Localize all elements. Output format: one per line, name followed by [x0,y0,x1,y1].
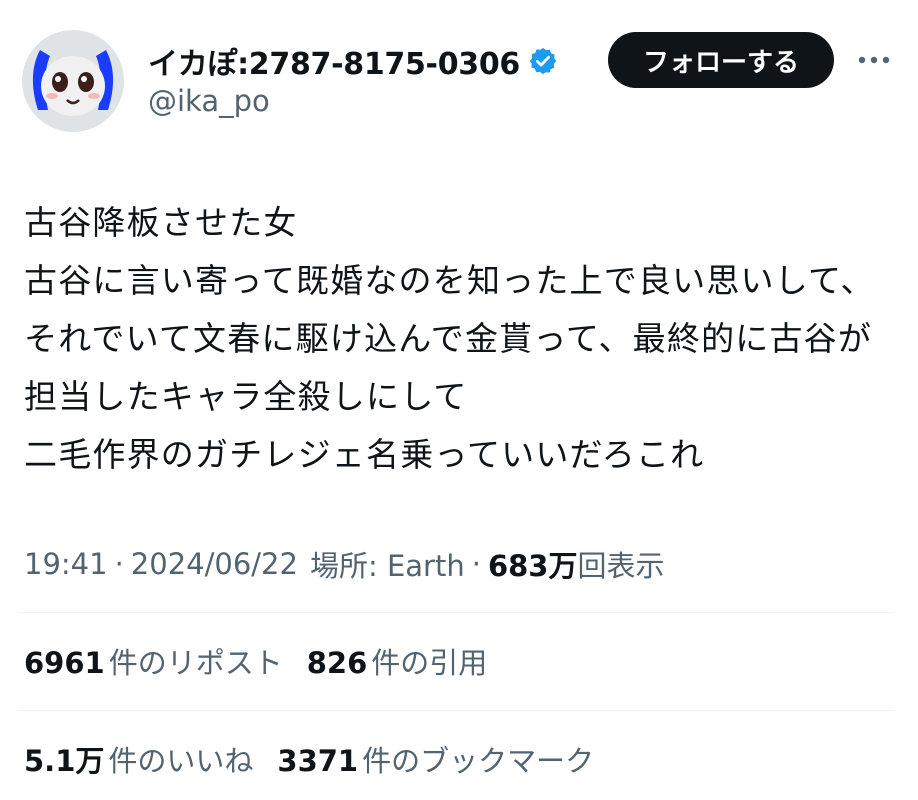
views-label: 回表示 [577,549,665,583]
likes-label: 件のいいね [108,744,254,778]
quotes-count: 826 [306,646,368,680]
reposts-label: 件のリポスト [108,646,283,680]
author-name-row: イカぽ:2787-8175-0306 [148,36,558,86]
tweet-meta: 19:41 · 2024/06/22 場所: Earth · 683万 回表示 [24,538,894,590]
tweet-location: 場所: Earth [309,549,465,583]
author-handle[interactable]: @ika_po [148,84,270,118]
quotes-label: 件の引用 [371,646,488,680]
divider [18,710,894,711]
tweet-time[interactable]: 19:41 [24,547,108,581]
more-dots-icon[interactable] [854,42,894,78]
author-display-name[interactable]: イカぽ:2787-8175-0306 [148,39,520,83]
meta-separator: · [471,547,481,581]
avatar[interactable] [22,30,124,132]
bookmarks-stat[interactable]: 3371 件のブックマーク [277,738,594,780]
bookmarks-label: 件のブックマーク [362,744,595,778]
verified-badge-icon [528,46,558,76]
quotes-stat[interactable]: 826 件の引用 [307,640,488,682]
tweet-header: イカぽ:2787-8175-0306 @ika_po フォローする [0,0,918,150]
bookmarks-count: 3371 [277,744,359,778]
likes-stat[interactable]: 5.1万 件のいいね [24,738,253,780]
views-count[interactable]: 683万 [488,543,578,585]
tweet-date[interactable]: 2024/06/22 [131,547,298,581]
follow-button[interactable]: フォローする [608,32,834,88]
reposts-count: 6961 [24,646,105,680]
avatar-image [22,30,124,132]
divider [18,612,894,613]
stats-row-likes: 5.1万 件のいいね 3371 件のブックマーク [24,734,618,784]
stats-row-engagement: 6961 件のリポスト 826 件の引用 [24,636,511,686]
meta-separator: · [114,547,124,581]
reposts-stat[interactable]: 6961 件のリポスト [24,640,283,682]
tweet-text: 古谷降板させた女 古谷に言い寄って既婚なのを知った上で良い思いして、それでいて文… [24,203,875,474]
likes-count: 5.1万 [24,744,105,778]
